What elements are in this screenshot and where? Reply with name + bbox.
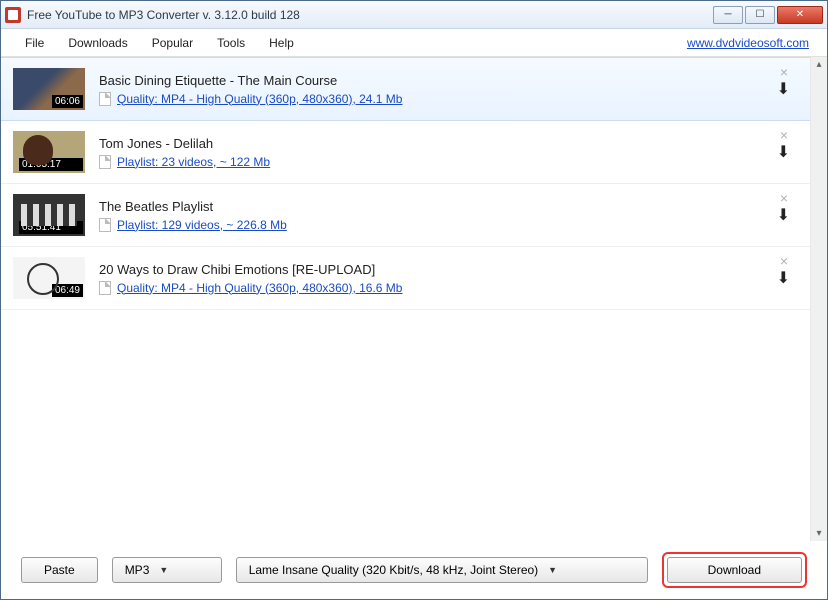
item-meta: Tom Jones - Delilah Playlist: 23 videos,… <box>99 136 769 169</box>
item-title: 20 Ways to Draw Chibi Emotions [RE-UPLOA… <box>99 262 769 277</box>
menu-file[interactable]: File <box>13 32 56 54</box>
scroll-down-icon[interactable]: ▾ <box>816 528 821 539</box>
duration-badge: 06:49 <box>52 284 83 297</box>
list-item[interactable]: 06:06 Basic Dining Etiquette - The Main … <box>1 57 810 121</box>
item-title: Tom Jones - Delilah <box>99 136 769 151</box>
scrollbar[interactable]: ▴ ▾ <box>811 57 827 541</box>
format-select[interactable]: MP3 ▼ <box>112 557 222 583</box>
content-area: 06:06 Basic Dining Etiquette - The Main … <box>1 57 827 541</box>
scroll-up-icon[interactable]: ▴ <box>816 59 821 70</box>
paste-button[interactable]: Paste <box>21 557 98 583</box>
remove-item-icon[interactable]: × <box>780 64 788 80</box>
menu-popular[interactable]: Popular <box>140 32 205 54</box>
format-value: MP3 <box>125 563 150 577</box>
item-quality-link[interactable]: Quality: MP4 - High Quality (360p, 480x3… <box>117 92 402 106</box>
thumbnail: 06:06 <box>13 68 85 110</box>
file-icon <box>99 218 111 232</box>
minimize-button[interactable]: ─ <box>713 6 743 24</box>
close-button[interactable]: ✕ <box>777 6 823 24</box>
menu-downloads[interactable]: Downloads <box>56 32 139 54</box>
download-list: 06:06 Basic Dining Etiquette - The Main … <box>1 57 811 541</box>
item-quality-link[interactable]: Playlist: 129 videos, ~ 226.8 Mb <box>117 218 287 232</box>
download-button[interactable]: Download <box>667 557 802 583</box>
download-highlight: Download <box>662 552 807 588</box>
menu-tools[interactable]: Tools <box>205 32 257 54</box>
duration-badge: 06:06 <box>52 95 83 108</box>
titlebar[interactable]: Free YouTube to MP3 Converter v. 3.12.0 … <box>1 1 827 29</box>
thumbnail: 06:49 <box>13 257 85 299</box>
file-icon <box>99 92 111 106</box>
remove-item-icon[interactable]: × <box>780 190 788 206</box>
window-controls: ─ ☐ ✕ <box>713 6 823 24</box>
item-meta: Basic Dining Etiquette - The Main Course… <box>99 73 769 106</box>
file-icon <box>99 155 111 169</box>
app-icon <box>5 7 21 23</box>
item-title: The Beatles Playlist <box>99 199 769 214</box>
duration-badge: 01:05:17 <box>19 158 83 171</box>
list-item[interactable]: 06:49 20 Ways to Draw Chibi Emotions [RE… <box>1 247 810 310</box>
item-meta: The Beatles Playlist Playlist: 129 video… <box>99 199 769 232</box>
menubar: File Downloads Popular Tools Help www.dv… <box>1 29 827 57</box>
duration-badge: 05:51:41 <box>19 221 83 234</box>
window-title: Free YouTube to MP3 Converter v. 3.12.0 … <box>27 8 713 22</box>
list-item[interactable]: 01:05:17 Tom Jones - Delilah Playlist: 2… <box>1 121 810 184</box>
menu-help[interactable]: Help <box>257 32 306 54</box>
list-item[interactable]: 05:51:41 The Beatles Playlist Playlist: … <box>1 184 810 247</box>
item-title: Basic Dining Etiquette - The Main Course <box>99 73 769 88</box>
file-icon <box>99 281 111 295</box>
thumbnail: 01:05:17 <box>13 131 85 173</box>
thumbnail: 05:51:41 <box>13 194 85 236</box>
app-window: Free YouTube to MP3 Converter v. 3.12.0 … <box>0 0 828 600</box>
item-meta: 20 Ways to Draw Chibi Emotions [RE-UPLOA… <box>99 262 769 295</box>
site-link[interactable]: www.dvdvideosoft.com <box>687 36 815 50</box>
quality-value: Lame Insane Quality (320 Kbit/s, 48 kHz,… <box>249 563 538 577</box>
chevron-down-icon: ▼ <box>159 565 168 575</box>
bottombar: Paste MP3 ▼ Lame Insane Quality (320 Kbi… <box>1 541 827 599</box>
item-quality-link[interactable]: Playlist: 23 videos, ~ 122 Mb <box>117 155 270 169</box>
chevron-down-icon: ▼ <box>548 565 557 575</box>
quality-select[interactable]: Lame Insane Quality (320 Kbit/s, 48 kHz,… <box>236 557 648 583</box>
remove-item-icon[interactable]: × <box>780 127 788 143</box>
remove-item-icon[interactable]: × <box>780 253 788 269</box>
item-quality-link[interactable]: Quality: MP4 - High Quality (360p, 480x3… <box>117 281 402 295</box>
maximize-button[interactable]: ☐ <box>745 6 775 24</box>
